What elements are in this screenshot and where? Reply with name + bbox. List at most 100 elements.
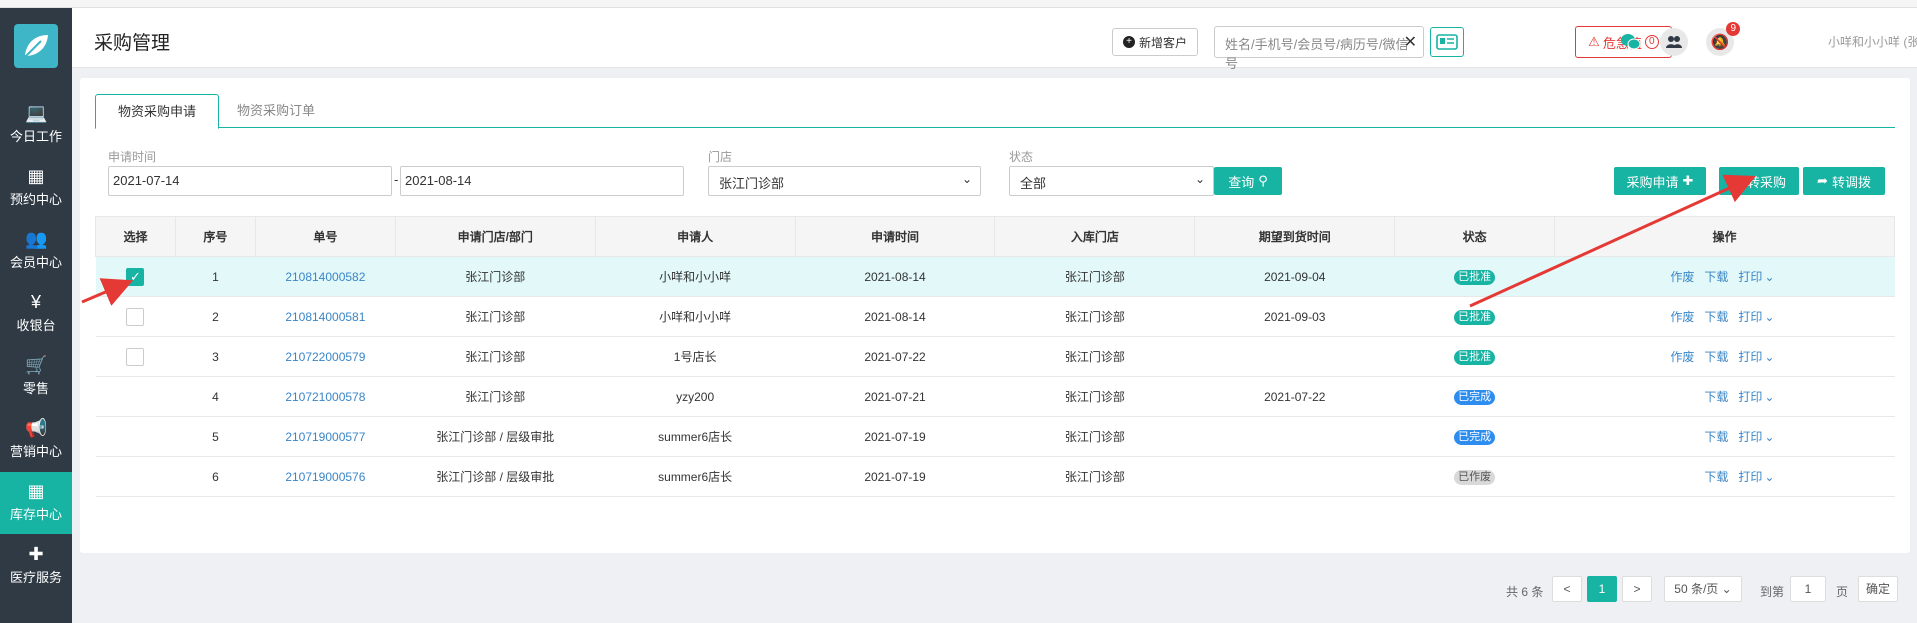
purchase-apply-button[interactable]: 采购申请 ✚ [1614, 167, 1706, 195]
status-badge: 已批准 [1454, 349, 1496, 365]
dept-cell: 张江门诊部 / 层级审批 [436, 470, 555, 484]
status-select[interactable]: 全部 ⌄ [1009, 166, 1214, 196]
to-purchase-label: 转采购 [1746, 174, 1786, 190]
users-swap-icon[interactable] [1660, 28, 1688, 56]
critical-count: 0 [1644, 35, 1659, 49]
print-dropdown[interactable]: 打印 [1738, 470, 1762, 484]
purchase-table: 选择 序号 单号 申请门店/部门 申请人 申请时间 入库门店 期望到货时间 状态 操作 ✓ 1 210… [95, 216, 1895, 497]
download-link[interactable]: 下载 [1704, 270, 1728, 284]
status-badge: 已作废 [1454, 469, 1496, 485]
dept-cell: 张江门诊部 / 层级审批 [436, 430, 555, 444]
page-size-value: 50 条/页 [1674, 582, 1719, 596]
sidebar-item-6[interactable]: ▦ 库存中心 [0, 472, 72, 534]
apply-time-cell: 2021-07-21 [864, 389, 926, 404]
table-row[interactable]: 5 210719000577 张江门诊部 / 层级审批 summer6店长 2021-0… [95, 416, 1895, 457]
tab-purchase-request[interactable]: 物资采购申请 [95, 94, 220, 129]
void-link[interactable]: 作废 [1670, 310, 1694, 324]
download-link[interactable]: 下载 [1704, 430, 1728, 444]
sidebar-item-1[interactable]: ▦ 预约中心 [0, 157, 72, 219]
id-card-button[interactable] [1430, 27, 1464, 57]
sidebar-item-4[interactable]: 🛒 零售 [0, 346, 72, 408]
download-link[interactable]: 下载 [1704, 470, 1728, 484]
print-dropdown[interactable]: 打印 [1738, 430, 1762, 444]
apply-label: 采购申请 [1626, 174, 1679, 190]
app-logo[interactable] [14, 24, 58, 68]
order-number-link[interactable]: 210719000576 [285, 470, 365, 484]
bell-off-icon: 🔕 [1710, 34, 1730, 51]
applicant-cell: summer6店长 [658, 470, 733, 484]
sidebar-item-label: 营销中心 [9, 444, 62, 459]
page-1-button[interactable]: 1 [1587, 576, 1617, 602]
order-number-link[interactable]: 210721000578 [285, 390, 365, 404]
print-dropdown[interactable]: 打印 [1738, 310, 1762, 324]
prev-page-button[interactable]: < [1552, 576, 1582, 602]
user-menu[interactable]: 小咩和小小咩 (张江门诊部) ⌄ [1828, 33, 1917, 50]
applicant-cell: 1号店长 [673, 350, 717, 364]
laptop-icon: 💻 [25, 103, 48, 123]
date-label: 申请时间 [108, 150, 157, 164]
megaphone-icon: 📢 [25, 418, 48, 438]
sidebar-item-0[interactable]: 💻 今日工作 [0, 94, 72, 156]
table-row[interactable]: 2 210814000581 张江门诊部 小咩和小小咩 2021-08-14 张江门诊部 2… [95, 296, 1895, 337]
calendar-icon: ▦ [27, 166, 45, 186]
order-number-link[interactable]: 210814000581 [285, 310, 365, 324]
goto-confirm-button[interactable]: 确定 [1858, 576, 1898, 602]
print-dropdown[interactable]: 打印 [1738, 390, 1762, 404]
sidebar-item-3[interactable]: ¥ 收银台 [0, 283, 72, 345]
to-purchase-button[interactable]: ➦ 转采购 [1719, 167, 1799, 195]
table-row[interactable]: 6 210719000576 张江门诊部 / 层级审批 summer6店长 2021-0… [95, 456, 1895, 497]
user-name: 小咩和小小咩 (张江门诊部) [1828, 35, 1917, 49]
table-row[interactable]: 4 210721000578 张江门诊部 yzy200 2021-07-21 张江门诊部 2… [95, 376, 1895, 417]
goto-page-input[interactable]: 1 [1790, 576, 1826, 602]
column-header: 单号 [254, 216, 396, 257]
date-to-input[interactable]: 2021-08-14 [400, 166, 684, 196]
dept-cell: 张江门诊部 [465, 390, 526, 404]
sidebar-item-5[interactable]: 📢 营销中心 [0, 409, 72, 471]
share-icon: ➦ [1817, 173, 1828, 188]
expected-time-cell: 2021-09-04 [1264, 269, 1326, 284]
row-checkbox[interactable] [126, 307, 145, 326]
order-number-link[interactable]: 210814000582 [285, 270, 365, 284]
query-button[interactable]: 查询 ⚲ [1214, 167, 1282, 195]
date-from-input[interactable]: 2021-07-14 [108, 166, 392, 196]
users-icon: 👥 [25, 229, 48, 249]
status-label: 状态 [1009, 150, 1034, 164]
order-number-link[interactable]: 210722000579 [285, 350, 365, 364]
download-link[interactable]: 下载 [1704, 350, 1728, 364]
print-dropdown[interactable]: 打印 [1738, 350, 1762, 364]
tab-purchase-order[interactable]: 物资采购订单 [215, 94, 337, 128]
table-row[interactable]: 3 210722000579 张江门诊部 1号店长 2021-07-22 张江门诊部 已批准… [95, 336, 1895, 377]
sidebar-item-label: 库存中心 [9, 507, 62, 522]
row-checkbox[interactable]: ✓ [126, 267, 145, 286]
row-actions: 作废 下载 打印 ⌄ [1554, 256, 1895, 297]
notification-button[interactable]: 🔕 9 [1706, 22, 1740, 56]
column-header: 序号 [174, 216, 256, 257]
sidebar-item-2[interactable]: 👥 会员中心 [0, 220, 72, 282]
close-icon[interactable]: ✕ [1404, 32, 1417, 52]
print-dropdown[interactable]: 打印 [1738, 270, 1762, 284]
page-title: 采购管理 [94, 33, 171, 54]
leaf-logo-icon [24, 35, 48, 58]
store-label: 门店 [708, 150, 733, 164]
to-transfer-button[interactable]: ➦ 转调拨 [1803, 167, 1885, 195]
date-separator: - [394, 172, 399, 187]
download-link[interactable]: 下载 [1704, 390, 1728, 404]
order-number-link[interactable]: 210719000577 [285, 430, 365, 444]
chevron-down-icon: ⌄ [1764, 270, 1775, 284]
apply-time-cell: 2021-07-22 [864, 349, 926, 364]
new-customer-button[interactable]: + 新增客户 [1112, 28, 1199, 56]
customer-search-input[interactable]: 姓名/手机号/会员号/病历号/微信号 ✕ [1214, 26, 1424, 71]
row-number: 3 [212, 349, 219, 364]
store-select[interactable]: 张江门诊部 ⌄ [708, 166, 981, 196]
download-link[interactable]: 下载 [1704, 310, 1728, 324]
table-row[interactable]: ✓ 1 210814000582 张江门诊部 小咩和小小咩 2021-08-14 张江门诊部… [95, 256, 1895, 297]
row-checkbox[interactable] [126, 347, 145, 366]
store-select-value: 张江门诊部 [719, 176, 785, 191]
void-link[interactable]: 作废 [1670, 270, 1694, 284]
page-size-select[interactable]: 50 条/页 ⌄ [1664, 576, 1742, 602]
wechat-icon[interactable] [1616, 28, 1644, 56]
void-link[interactable]: 作废 [1670, 350, 1694, 364]
sidebar-item-7[interactable]: ✚ 医疗服务 [0, 535, 72, 597]
next-page-button[interactable]: > [1622, 576, 1652, 602]
applicant-cell: yzy200 [676, 389, 715, 404]
